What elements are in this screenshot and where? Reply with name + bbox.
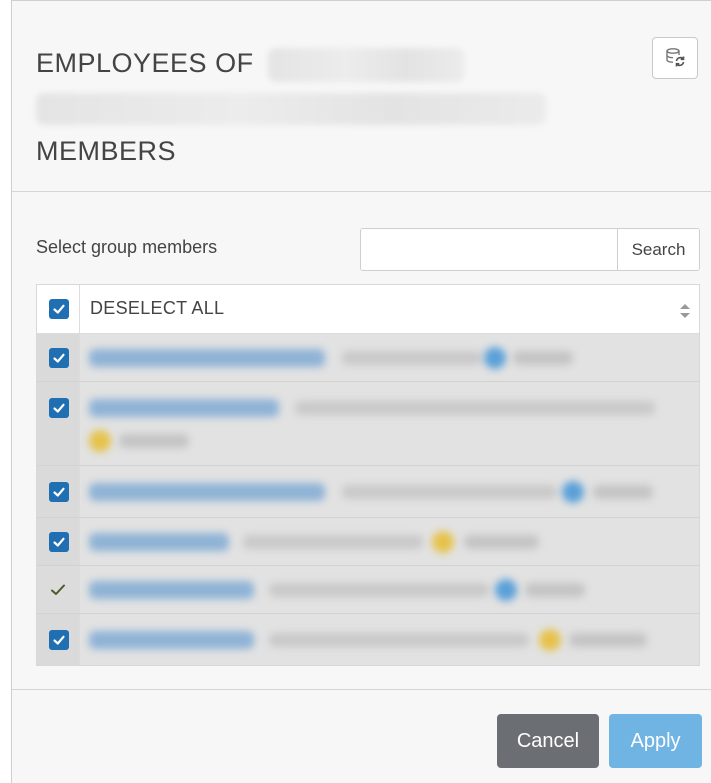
redacted-member-name <box>89 533 229 551</box>
sort-icon[interactable] <box>679 303 691 319</box>
row-checkbox-cell <box>37 518 80 565</box>
row-checkbox-cell <box>37 566 80 613</box>
row-checkbox[interactable] <box>49 398 69 418</box>
select-members-label: Select group members <box>36 237 218 257</box>
list-item[interactable] <box>37 518 699 566</box>
status-dot-icon <box>539 629 561 651</box>
check-icon <box>53 353 65 363</box>
title-suffix: MEMBERS <box>36 136 177 166</box>
title-prefix: EMPLOYEES OF <box>36 48 254 78</box>
header-checkbox-cell <box>37 285 80 333</box>
row-checkbox-cell <box>37 614 80 665</box>
refresh-button[interactable] <box>652 37 698 79</box>
list-item[interactable] <box>37 566 699 614</box>
redacted-member-detail <box>243 535 423 549</box>
apply-button[interactable]: Apply <box>609 714 702 768</box>
redacted-group-name <box>267 47 464 82</box>
row-checkbox[interactable] <box>49 630 69 650</box>
dialog-header: EMPLOYEES OF MEMBERS <box>12 1 711 192</box>
row-checkbox-cell <box>37 334 80 381</box>
member-list: DESELECT ALL <box>36 284 700 666</box>
row-checkbox-cell <box>37 382 80 465</box>
redacted-group-name-line2 <box>36 92 546 125</box>
status-dot-icon <box>495 579 517 601</box>
search-button[interactable]: Search <box>617 229 699 270</box>
list-item[interactable] <box>37 466 699 518</box>
status-dot-icon <box>89 430 111 452</box>
redacted-member-name <box>89 581 254 599</box>
check-icon <box>53 635 65 645</box>
redacted-status <box>569 633 647 647</box>
row-checkbox[interactable] <box>49 348 69 368</box>
status-dot-icon <box>432 531 454 553</box>
status-dot-icon <box>562 481 584 503</box>
refresh-database-icon <box>666 48 685 67</box>
search-input[interactable] <box>361 229 617 270</box>
redacted-member-detail <box>269 633 529 647</box>
redacted-status <box>525 583 585 597</box>
check-icon <box>53 487 65 497</box>
list-item[interactable] <box>37 334 699 382</box>
search-box: Search <box>360 228 700 271</box>
deselect-all-checkbox[interactable] <box>49 299 69 319</box>
check-icon <box>53 304 65 314</box>
list-item[interactable] <box>37 614 699 665</box>
redacted-status <box>119 434 189 448</box>
redacted-status <box>593 485 653 499</box>
check-icon[interactable] <box>49 581 67 599</box>
redacted-member-name <box>89 631 254 649</box>
redacted-status <box>513 351 573 365</box>
row-checkbox[interactable] <box>49 532 69 552</box>
redacted-member-name <box>89 399 279 417</box>
redacted-member-detail <box>342 351 482 365</box>
member-selection-dialog: EMPLOYEES OF MEMBERS Select group member… <box>11 0 711 783</box>
check-icon <box>53 537 65 547</box>
redacted-member-name <box>89 349 325 367</box>
deselect-all-label[interactable]: DESELECT ALL <box>90 298 224 319</box>
redacted-member-detail <box>295 401 655 415</box>
dialog-title: EMPLOYEES OF MEMBERS <box>36 41 596 173</box>
redacted-member-detail <box>269 583 489 597</box>
status-dot-icon <box>484 347 506 369</box>
cancel-button[interactable]: Cancel <box>497 714 599 768</box>
redacted-status <box>464 535 539 549</box>
row-checkbox[interactable] <box>49 482 69 502</box>
redacted-member-detail <box>342 485 557 499</box>
list-header: DESELECT ALL <box>37 285 699 334</box>
redacted-member-name <box>89 483 325 501</box>
footer-divider <box>12 689 711 690</box>
row-checkbox-cell <box>37 466 80 517</box>
check-icon <box>53 403 65 413</box>
list-item[interactable] <box>37 382 699 466</box>
